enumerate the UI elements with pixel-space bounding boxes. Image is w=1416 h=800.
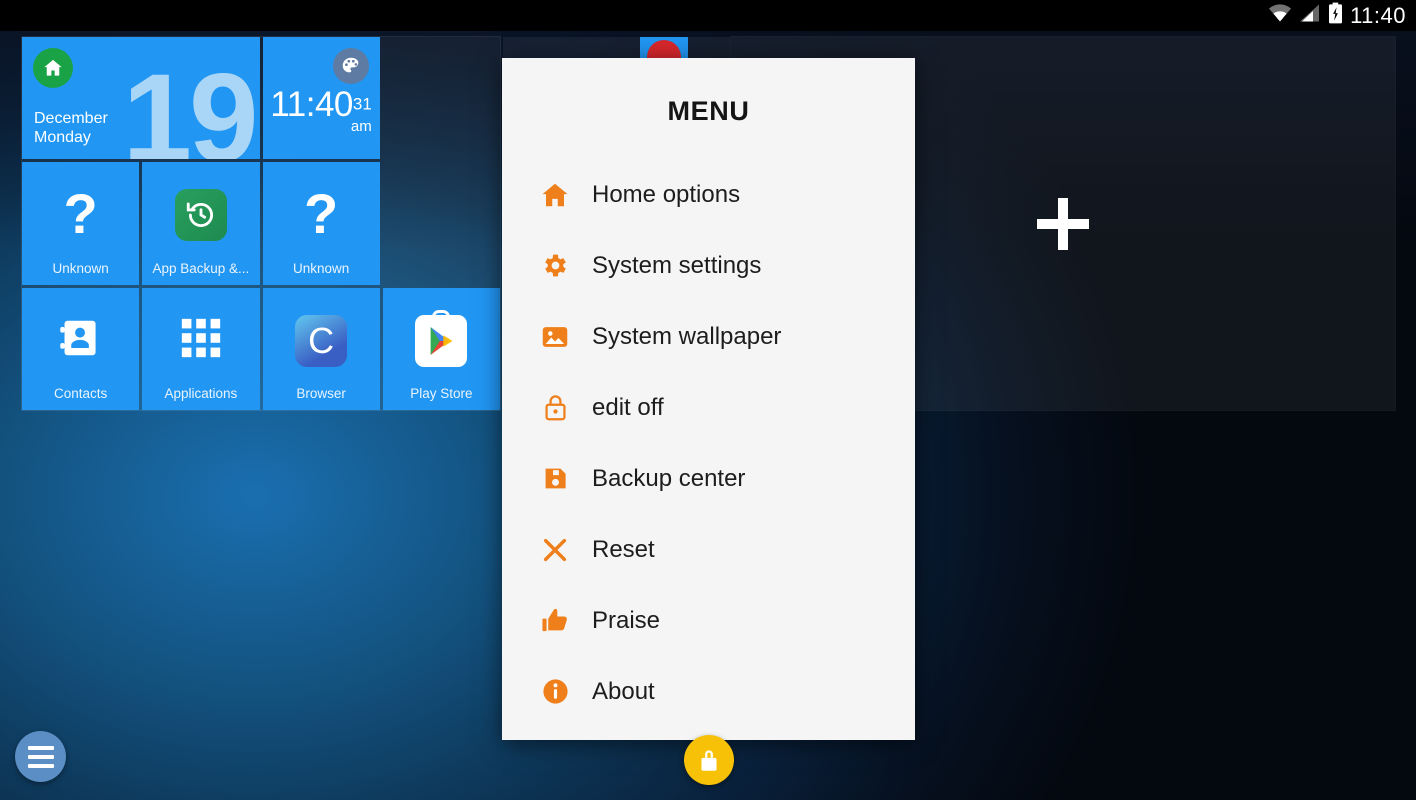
tile-contacts[interactable]: Contacts <box>22 287 140 410</box>
play-store-icon <box>415 309 468 367</box>
lock-icon <box>538 391 572 425</box>
tile-label: Applications <box>164 386 238 401</box>
tile-applications[interactable]: Applications <box>142 287 260 410</box>
tile-browser[interactable]: C Browser <box>262 287 380 410</box>
tile-label: Browser <box>296 386 346 401</box>
palette-icon[interactable] <box>332 48 369 84</box>
plus-icon <box>1037 197 1089 250</box>
close-x-icon <box>538 533 572 567</box>
menu-list: Home options System settings System wall… <box>502 159 915 727</box>
menu-item-backup-center[interactable]: Backup center <box>502 443 915 514</box>
menu-item-about[interactable]: About <box>502 656 915 727</box>
question-mark-icon: ? <box>304 182 339 246</box>
tile-slot-empty <box>383 162 500 284</box>
tile-play-store[interactable]: Play Store <box>382 287 500 410</box>
widget-clock[interactable]: 11:4031 am <box>262 37 380 160</box>
tile-label: Unknown <box>292 260 350 276</box>
menu-item-system-wallpaper[interactable]: System wallpaper <box>502 301 915 372</box>
menu-item-label: System wallpaper <box>592 322 782 350</box>
hamburger-menu-icon[interactable] <box>15 731 66 782</box>
menu-item-label: Home options <box>592 180 741 208</box>
gear-icon <box>538 249 572 283</box>
menu-item-label: Praise <box>592 606 661 634</box>
hamburger-bar <box>27 754 54 759</box>
menu-item-reset[interactable]: Reset <box>502 514 915 585</box>
home-page-tiles: December Monday 19 11:4031 am ? Unknown <box>21 36 501 411</box>
menu-item-edit-off[interactable]: edit off <box>502 372 915 443</box>
tile-slot-empty <box>383 37 500 159</box>
widget-date-text: December Monday <box>34 109 108 147</box>
date-month: December <box>34 110 108 128</box>
menu-item-label: System settings <box>592 251 762 279</box>
tile-grid: December Monday 19 11:4031 am ? Unknown <box>22 37 500 410</box>
app-backup-restore-icon <box>174 189 227 242</box>
menu-item-label: edit off <box>592 393 664 421</box>
tile-unknown-2[interactable]: ? Unknown <box>262 162 380 285</box>
status-bar-clock: 11:40 <box>1350 2 1406 28</box>
tile-label: Contacts <box>53 386 108 401</box>
menu-dialog: MENU Home options System settings System… <box>502 58 915 740</box>
status-bar: 11:40 <box>0 0 1416 31</box>
info-icon <box>538 675 572 709</box>
image-icon <box>538 320 572 354</box>
menu-item-label: About <box>592 677 655 705</box>
thumbs-up-icon <box>538 604 572 638</box>
contacts-icon <box>58 315 104 366</box>
floppy-save-icon <box>538 462 572 496</box>
menu-item-label: Backup center <box>592 464 746 492</box>
wifi-icon <box>1268 3 1292 28</box>
widget-date[interactable]: December Monday 19 <box>22 37 260 160</box>
tile-app-backup[interactable]: App Backup &... <box>142 162 260 285</box>
clock-readout: 11:4031 am <box>263 87 380 135</box>
tile-label: Unknown <box>52 260 109 276</box>
question-mark-icon: ? <box>63 182 98 246</box>
tile-unknown-1[interactable]: ? Unknown <box>22 162 140 285</box>
menu-item-home-options[interactable]: Home options <box>502 159 915 230</box>
hamburger-bar <box>27 763 54 768</box>
date-day-number: 19 <box>122 49 258 160</box>
menu-item-label: Reset <box>592 535 655 563</box>
menu-dialog-title: MENU <box>667 96 750 126</box>
date-weekday: Monday <box>34 129 91 147</box>
home-icon <box>538 178 572 212</box>
browser-icon: C <box>295 314 348 367</box>
applications-grid-icon <box>178 315 224 366</box>
tile-label: Play Store <box>410 386 473 401</box>
menu-item-praise[interactable]: Praise <box>502 585 915 656</box>
signal-bars-icon <box>1299 3 1321 28</box>
menu-item-system-settings[interactable]: System settings <box>502 230 915 301</box>
clock-seconds: 31 <box>352 94 372 114</box>
padlock-icon[interactable] <box>684 735 734 785</box>
clock-time: 11:40 <box>270 85 353 124</box>
battery-charging-icon <box>1328 2 1343 29</box>
hamburger-bar <box>27 745 54 750</box>
tile-label: App Backup &... <box>152 260 250 276</box>
home-icon <box>33 48 73 88</box>
